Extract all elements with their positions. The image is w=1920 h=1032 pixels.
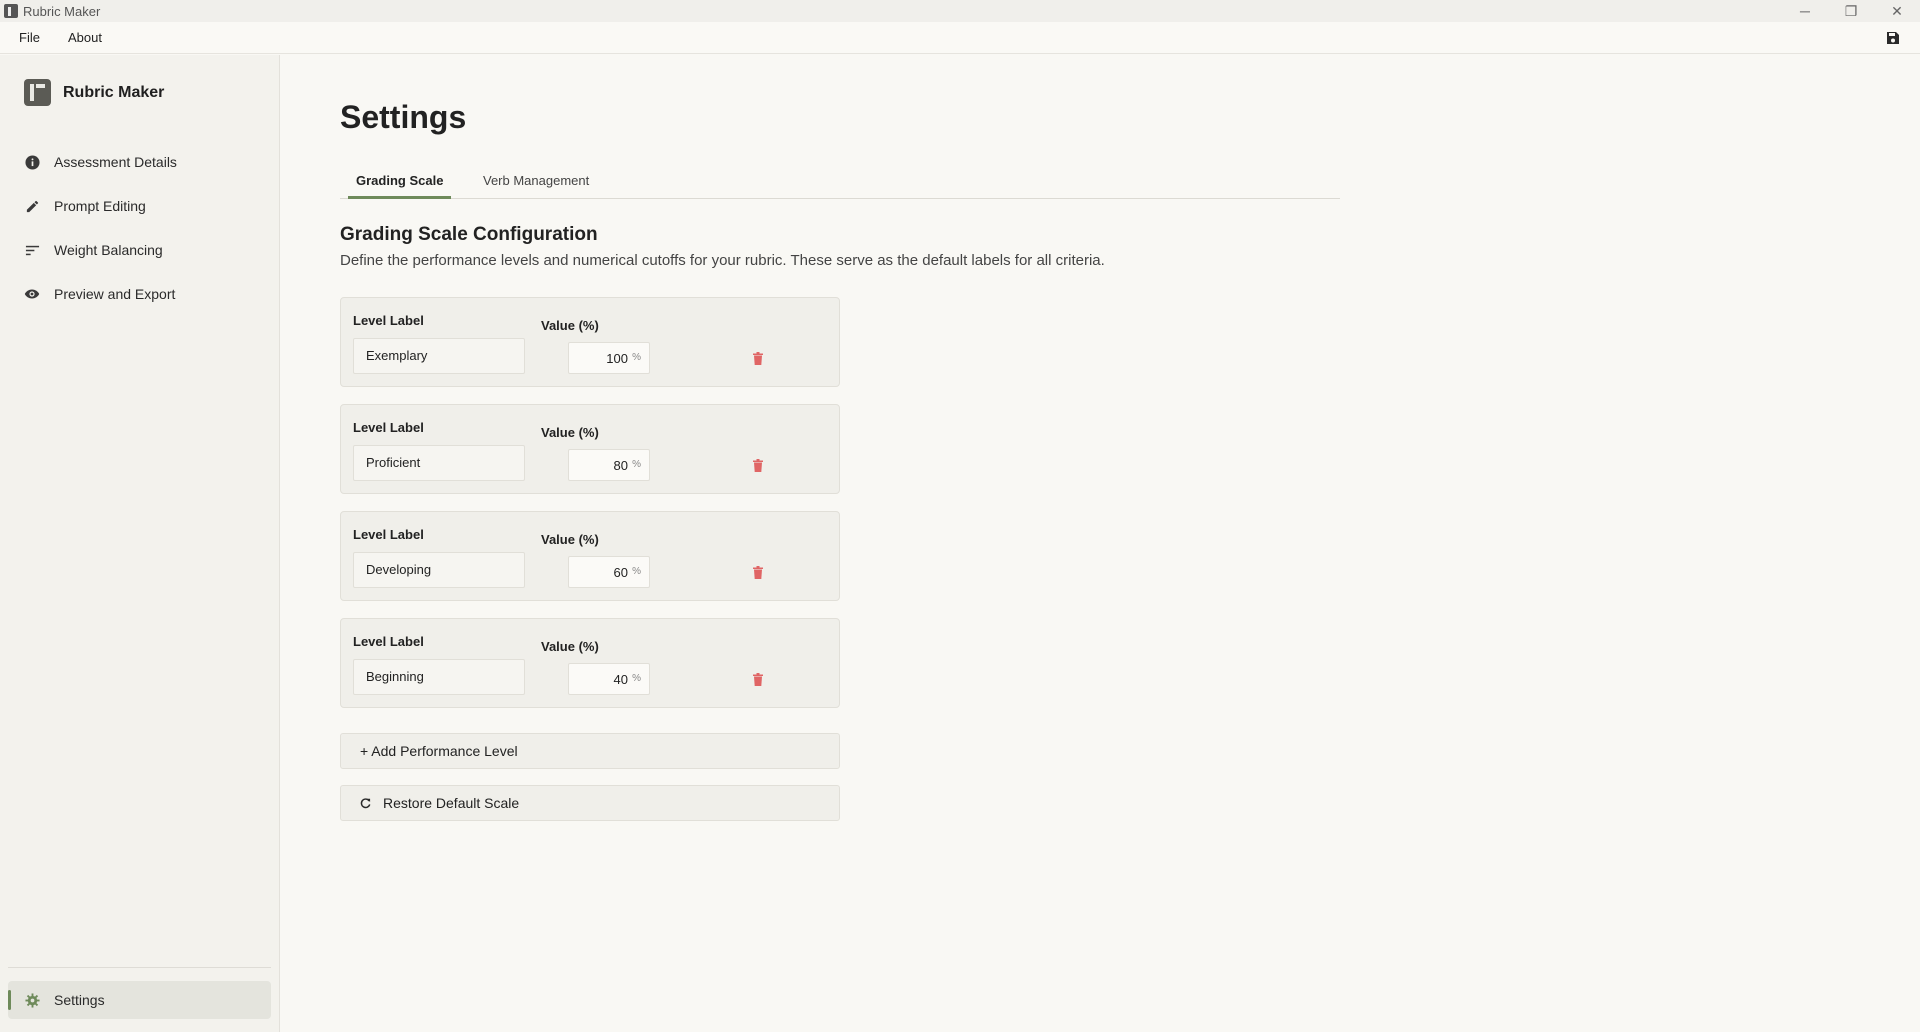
value-header: Value (%) xyxy=(541,639,599,654)
add-button-label: + Add Performance Level xyxy=(360,743,518,759)
sidebar-item-label: Weight Balancing xyxy=(54,242,163,258)
sidebar-item-weight-balancing[interactable]: Weight Balancing xyxy=(0,228,280,272)
menu-about[interactable]: About xyxy=(58,30,112,45)
tab-verb-management[interactable]: Verb Management xyxy=(475,168,597,199)
app-icon xyxy=(4,4,18,18)
window-controls: ─ ❐ ✕ xyxy=(1782,0,1920,22)
page-title: Settings xyxy=(340,99,467,135)
level-label-header: Level Label xyxy=(353,634,424,649)
sidebar-item-prompt-editing[interactable]: Prompt Editing xyxy=(0,184,280,228)
sidebar-item-label: Assessment Details xyxy=(54,154,177,170)
percent-suffix: % xyxy=(632,566,641,577)
percent-suffix: % xyxy=(632,352,641,363)
gear-icon xyxy=(24,992,40,1008)
sidebar-item-preview-export[interactable]: Preview and Export xyxy=(0,272,280,316)
value-input[interactable]: 100 % xyxy=(568,342,650,374)
sidebar-item-label: Preview and Export xyxy=(54,286,176,302)
sidebar-divider xyxy=(8,967,271,968)
maximize-button[interactable]: ❐ xyxy=(1828,0,1874,22)
brand: Rubric Maker xyxy=(24,79,164,106)
pencil-icon xyxy=(24,198,40,214)
restore-button-label: Restore Default Scale xyxy=(383,795,520,811)
sidebar-item-label: Prompt Editing xyxy=(54,198,146,214)
minimize-button[interactable]: ─ xyxy=(1782,0,1828,22)
restore-default-scale-button[interactable]: Restore Default Scale xyxy=(340,785,840,821)
trash-icon[interactable] xyxy=(753,459,763,472)
menu-file[interactable]: File xyxy=(9,30,50,45)
level-card: Level Label Value (%) Developing 60 % xyxy=(340,511,840,601)
trash-icon[interactable] xyxy=(753,352,763,365)
sidebar: Rubric Maker Assessment Details Prompt E… xyxy=(0,55,280,1032)
value-number: 100 xyxy=(606,351,628,366)
section-title: Grading Scale Configuration xyxy=(340,224,598,245)
value-header: Value (%) xyxy=(541,318,599,333)
value-number: 40 xyxy=(613,672,628,687)
level-label-header: Level Label xyxy=(353,527,424,542)
value-header: Value (%) xyxy=(541,425,599,440)
level-card: Level Label Value (%) Beginning 40 % xyxy=(340,618,840,708)
level-label-input[interactable]: Developing xyxy=(353,552,525,588)
level-label-input[interactable]: Beginning xyxy=(353,659,525,695)
percent-suffix: % xyxy=(632,459,641,470)
sidebar-item-label: Settings xyxy=(54,992,105,1008)
close-button[interactable]: ✕ xyxy=(1874,0,1920,22)
brand-name: Rubric Maker xyxy=(63,83,165,101)
level-card: Level Label Value (%) Proficient 80 % xyxy=(340,404,840,494)
tab-grading-scale[interactable]: Grading Scale xyxy=(348,168,452,199)
eye-icon xyxy=(24,286,40,302)
save-icon[interactable] xyxy=(1886,31,1900,45)
value-header: Value (%) xyxy=(541,532,599,547)
level-label-header: Level Label xyxy=(353,313,424,328)
value-input[interactable]: 60 % xyxy=(568,556,650,588)
level-label-input[interactable]: Exemplary xyxy=(353,338,525,374)
sidebar-nav: Assessment Details Prompt Editing Weight… xyxy=(0,140,280,316)
section-description: Define the performance levels and numeri… xyxy=(340,252,1105,269)
value-number: 60 xyxy=(613,565,628,580)
sort-lines-icon xyxy=(24,242,40,258)
percent-suffix: % xyxy=(632,673,641,684)
value-input[interactable]: 80 % xyxy=(568,449,650,481)
level-label-header: Level Label xyxy=(353,420,424,435)
sidebar-item-settings[interactable]: Settings xyxy=(8,981,271,1019)
window-title: Rubric Maker xyxy=(23,3,101,19)
info-icon xyxy=(24,154,40,170)
brand-logo xyxy=(24,79,51,106)
level-card: Level Label Value (%) Exemplary 100 % xyxy=(340,297,840,387)
level-label-input[interactable]: Proficient xyxy=(353,445,525,481)
menu-bar: File About xyxy=(0,22,1920,54)
refresh-icon xyxy=(359,797,371,809)
value-number: 80 xyxy=(613,458,628,473)
sidebar-item-assessment-details[interactable]: Assessment Details xyxy=(0,140,280,184)
trash-icon[interactable] xyxy=(753,673,763,686)
value-input[interactable]: 40 % xyxy=(568,663,650,695)
title-bar: Rubric Maker ─ ❐ ✕ xyxy=(0,0,1920,22)
tab-bar: Grading Scale Verb Management xyxy=(340,168,1340,199)
trash-icon[interactable] xyxy=(753,566,763,579)
add-performance-level-button[interactable]: + Add Performance Level xyxy=(340,733,840,769)
